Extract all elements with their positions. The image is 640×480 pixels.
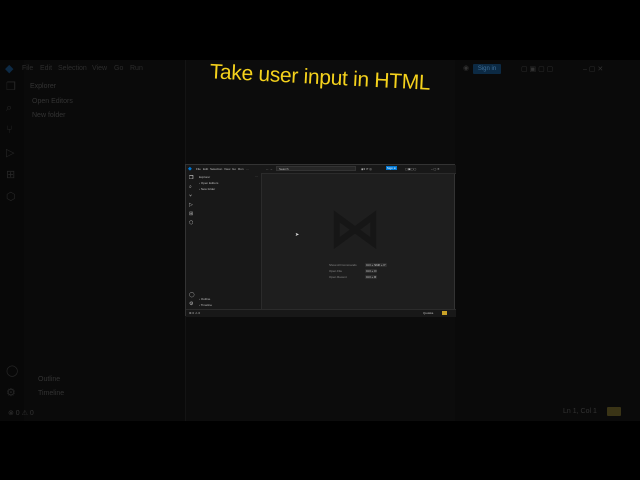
files-icon[interactable]: ❐ [189,175,193,181]
explorer-header: Explorer [30,83,57,90]
timeline-label: Timeline [200,303,213,307]
account-icon[interactable]: ◯ [189,292,195,298]
window-controls[interactable]: – ▢ ✕ [583,65,603,73]
more-actions-icon[interactable]: … [255,174,258,178]
bell-icon[interactable] [607,407,621,416]
open-editors-section[interactable]: › Open Editors [199,181,218,185]
files-icon[interactable]: ❐ [6,80,16,93]
menu-view[interactable]: View [224,167,230,171]
extensions-icon[interactable]: ⊞ [189,211,193,217]
search-icon[interactable]: ⌕ [189,184,192,190]
background-right-pane: ◉ ▢ ▣ ▢ ▢ – ▢ ✕ Ln 1, Col 1 [455,60,640,421]
search-label: Search [279,167,289,171]
outline-section[interactable]: Outline [38,376,60,383]
shortcut-label: Open File [329,269,343,273]
remote-icon[interactable]: ⬡ [189,220,193,226]
search-icon[interactable]: ⌕ [6,102,12,115]
menu-file[interactable]: File [196,167,201,171]
menu-run[interactable]: Run [238,167,244,171]
background-status-left: ⊗ 0 ⚠ 0 [8,410,34,417]
folder-label: New folder [200,187,216,191]
background-activity-bar: ◆ ❐ ⌕ ⑂ ▷ ⊞ ⬡ ◯ ⚙ [0,60,25,421]
source-control-icon[interactable]: ⑂ [6,124,13,136]
menu-go[interactable]: Go [232,167,236,171]
status-right: Ln 1, Col 1 [563,408,597,415]
menu-edit[interactable]: Edit [203,167,208,171]
bell-icon[interactable] [442,311,447,315]
signin-button[interactable]: Sign in [386,166,397,170]
status-bar: ⊗ 0 ⚠ 0 Quokka [186,309,456,317]
open-editors-label: Open Editors [200,181,219,185]
welcome-shortcuts: Show All Commands Ctrl + Shift + P Open … [329,263,399,281]
vscode-watermark-icon: ⋈ [329,200,381,258]
background-sidebar: Explorer Open Editors New folder Outline… [24,60,186,421]
open-editors-section[interactable]: Open Editors [32,98,73,105]
nav-arrows-icon[interactable]: ← → [266,167,273,171]
quokka-status[interactable]: Quokka [423,311,433,315]
manage-gear-icon[interactable]: ⚙ [189,301,193,307]
layout-icons[interactable]: ▢▣▢▢ [405,167,416,171]
explorer-sidebar: Explorer … › Open Editors › New folder ›… [197,173,262,309]
manage-gear-icon[interactable]: ⚙ [6,386,16,399]
shortcut-label: Open Recent [329,275,347,279]
outline-section[interactable]: › Outline [199,297,210,301]
vscode-logo-icon: ◆ [188,166,192,172]
editor-area: ⋈ Show All Commands Ctrl + Shift + P Ope… [261,173,455,309]
account-icon[interactable]: ◯ [6,364,18,377]
shortcut-label: Show All Commands [329,263,357,267]
shortcut-keys: Ctrl + Shift + P [365,263,387,267]
run-debug-icon[interactable]: ▷ [189,202,193,208]
timeline-section[interactable]: › Timeline [199,303,212,307]
remote-icon[interactable]: ⬡ [6,190,16,203]
shortcut-row-3[interactable]: Open Recent Ctrl + R [329,275,399,281]
copilot-icon[interactable]: ◉▾ ⟳ ◎ [361,167,372,171]
command-center-search[interactable]: Search [276,166,356,171]
window-controls[interactable]: – ▢ ✕ [431,167,440,171]
layout-icons[interactable]: ▢ ▣ ▢ ▢ [521,65,553,73]
background-signin-button[interactable]: Sign in [473,64,501,74]
timeline-section[interactable]: Timeline [38,390,64,397]
menu-more[interactable]: … [246,167,249,171]
mouse-cursor-icon: ➤ [295,232,300,238]
menu-selection[interactable]: Selection [210,167,222,171]
folder-section[interactable]: New folder [32,112,65,119]
explorer-header: Explorer [199,175,211,179]
problems-status[interactable]: ⊗ 0 ⚠ 0 [189,311,200,315]
shortcut-keys: Ctrl + R [365,275,378,279]
outline-label: Outline [200,297,211,301]
run-debug-icon[interactable]: ▷ [6,146,14,159]
folder-section[interactable]: › New folder [199,187,215,191]
copilot-icon[interactable]: ◉ [463,64,469,72]
extensions-icon[interactable]: ⊞ [6,168,15,181]
source-control-icon[interactable]: ⑂ [189,193,192,199]
shortcut-keys: Ctrl + O [365,269,378,273]
vscode-window: ◆ File Edit Selection View Go Run … ← → … [185,164,456,317]
